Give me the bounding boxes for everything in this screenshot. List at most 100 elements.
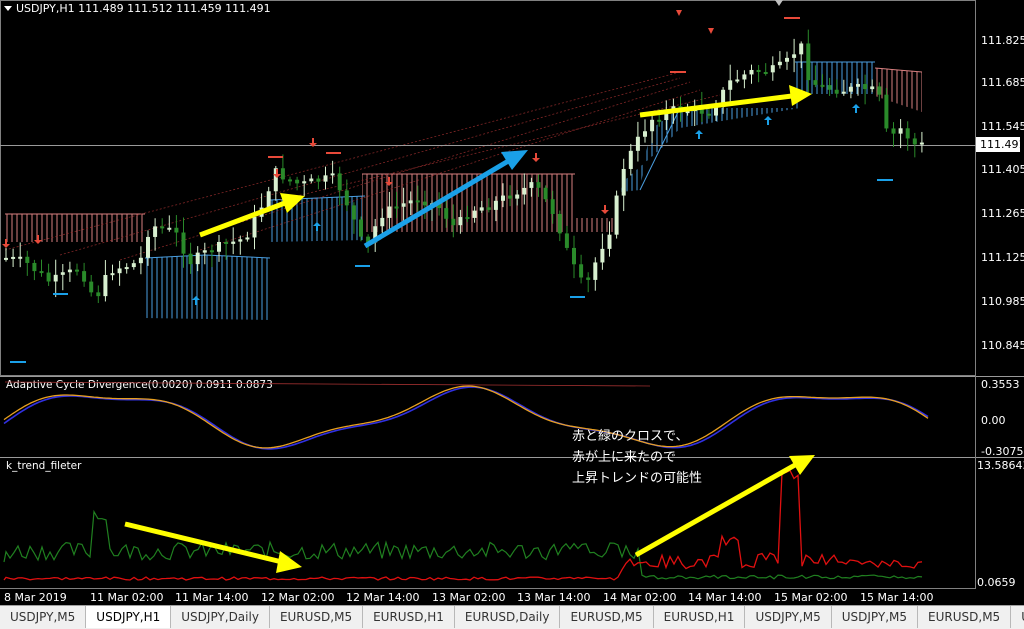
candle-body [330,173,335,176]
candle-body [422,201,427,206]
osc-main-line [3,385,929,449]
candle-body [706,113,711,116]
candle-body [572,247,576,265]
chart-area[interactable]: USDJPY,H1 111.489 111.512 111.459 111.49… [0,0,1024,605]
candle-body [316,178,321,182]
candle-body [202,250,207,253]
candle-body [799,43,804,55]
candle-body [75,269,79,272]
candle-body [18,256,23,259]
chart-tab[interactable]: US [1011,606,1024,628]
candle-body [465,217,470,220]
candle-body [749,69,754,75]
candle-body [309,178,314,182]
candle-body [153,226,158,237]
price-tick: 111.125 [981,251,1024,264]
osc-tick: 0.00 [981,414,1006,427]
chart-tab[interactable]: EURUSD,M5 [560,606,654,628]
candle-body [579,264,584,278]
chart-tab[interactable]: USDJPY,M5 [0,606,87,628]
time-tick: 11 Mar 02:00 [90,591,163,604]
candle-body [408,200,413,204]
candle-body [117,268,122,274]
candle-body [32,262,37,272]
collapse-triangle-icon[interactable] [4,6,12,11]
chevron-down-icon[interactable] [775,0,783,6]
indicator1-label: Adaptive Cycle Divergence(0.0020) 0.0911… [6,379,273,391]
candle-body [919,142,924,145]
chart-tab[interactable]: USDJPY,M5 [832,606,919,628]
candle-body [586,277,591,280]
candle-body [650,119,655,132]
time-tick: 13 Mar 14:00 [517,591,590,604]
candle-body [827,85,832,90]
candle-body [380,217,385,227]
candle-body [493,200,498,210]
candle-body [458,217,463,226]
time-tick: 8 Mar 2019 [4,591,67,604]
osc-tick: -0.3075 [981,445,1023,458]
candle-body [884,94,889,129]
candle-body [891,128,896,134]
price-axis: 111.825 111.685 111.545 111.405 111.265 … [981,34,1024,352]
down-arrow-icon [676,10,682,16]
candle-body [621,168,626,196]
candle-body [742,74,747,80]
candle-body [245,237,250,240]
candle-body [82,271,87,282]
time-tick: 12 Mar 14:00 [346,591,419,604]
candle-body [60,272,65,275]
candle-body [728,80,733,90]
candle-body [238,239,243,242]
candle-body [856,84,860,87]
time-tick: 12 Mar 02:00 [261,591,334,604]
candle-body [359,219,363,237]
candle-body [252,216,257,238]
chart-tab[interactable]: USDJPY,M5 [745,606,832,628]
candle-body [770,65,775,73]
price-tick: 111.825 [981,34,1024,47]
candle-body [344,190,349,206]
time-tick: 13 Mar 02:00 [432,591,505,604]
current-price-label: 111.491 [980,138,1024,151]
chart-tab[interactable]: EURUSD,Daily [455,606,561,628]
chart-tab[interactable]: USDJPY,Daily [171,606,270,628]
candle-body [160,226,165,229]
candle-body [479,207,484,211]
candle-body [103,274,108,297]
time-tick: 15 Mar 02:00 [774,591,847,604]
candle-body [401,203,406,207]
candle-body [877,86,882,95]
chart-tab-bar: USDJPY,M5 USDJPY,H1 USDJPY,Daily EURUSD,… [0,605,1024,629]
candle-body [451,218,456,226]
chart-tab-active[interactable]: USDJPY,H1 [86,606,172,628]
chart-tab[interactable]: EURUSD,H1 [363,606,455,628]
chart-tab[interactable]: EURUSD,M5 [918,606,1012,628]
candle-body [628,150,633,169]
time-tick: 11 Mar 14:00 [175,591,248,604]
candle-body [756,69,761,73]
candle-body [792,54,797,58]
time-tick: 14 Mar 02:00 [603,591,676,604]
candle-body [763,72,768,75]
candle-body [39,271,44,274]
candle-body [813,80,818,85]
candle-body [387,206,392,218]
candle-body [543,187,548,200]
candle-body [643,131,647,137]
up-arrow-icon [852,104,860,113]
candle-body [508,195,513,199]
candle-body [593,262,598,280]
candle-body [870,86,875,90]
candle-body [863,84,868,90]
candle-body [266,191,271,208]
candle-body [820,84,825,87]
candle-body [188,253,193,265]
chart-tab[interactable]: EURUSD,H1 [654,606,746,628]
chart-tab[interactable]: EURUSD,M5 [270,606,364,628]
up-arrow-icon [695,130,703,139]
annotation-line: 赤が上に来たので [572,450,677,465]
down-arrow-icon [708,28,714,34]
candle-body [302,181,307,184]
annotation-line: 赤と緑のクロスで、 [572,429,689,444]
